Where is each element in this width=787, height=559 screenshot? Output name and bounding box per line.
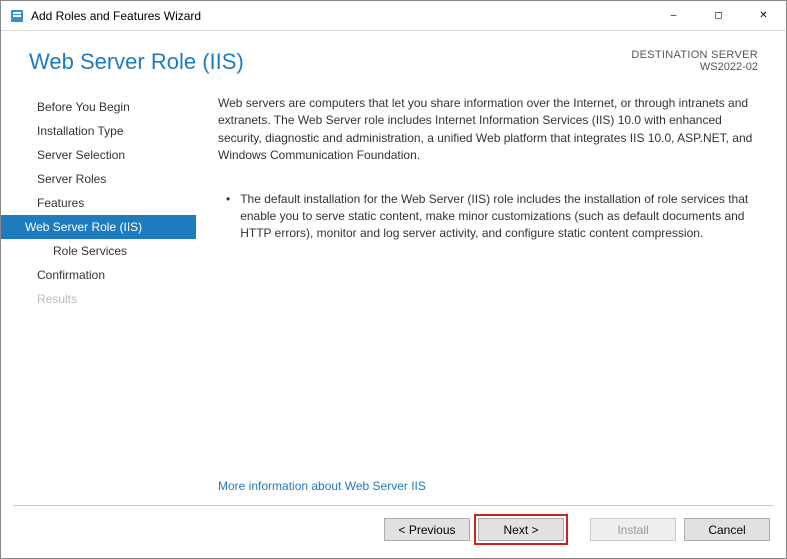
close-button[interactable]: ✕ xyxy=(741,1,786,31)
content-pane: Web servers are computers that let you s… xyxy=(196,85,786,505)
wizard-step[interactable]: Installation Type xyxy=(1,119,196,143)
wizard-step: Results xyxy=(1,287,196,311)
wizard-step[interactable]: Features xyxy=(1,191,196,215)
more-info-link[interactable]: More information about Web Server IIS xyxy=(218,479,758,493)
destination-label: DESTINATION SERVER xyxy=(631,49,758,61)
wizard-step[interactable]: Server Roles xyxy=(1,167,196,191)
footer: < Previous Next > Install Cancel xyxy=(1,506,786,553)
window-title: Add Roles and Features Wizard xyxy=(31,9,201,23)
destination-info: DESTINATION SERVER WS2022-02 xyxy=(631,49,758,73)
next-button[interactable]: Next > xyxy=(478,518,564,541)
wizard-step[interactable]: Role Services xyxy=(1,239,196,263)
page-title: Web Server Role (IIS) xyxy=(29,49,244,75)
destination-value: WS2022-02 xyxy=(631,61,758,73)
wizard-step[interactable]: Confirmation xyxy=(1,263,196,287)
intro-text: Web servers are computers that let you s… xyxy=(218,95,758,165)
previous-button[interactable]: < Previous xyxy=(384,518,470,541)
note-bullet: The default installation for the Web Ser… xyxy=(226,191,758,243)
maximize-button[interactable]: ◻ xyxy=(696,1,741,31)
wizard-step[interactable]: Server Selection xyxy=(1,143,196,167)
wizard-icon xyxy=(9,8,25,24)
notes-list: The default installation for the Web Ser… xyxy=(218,191,758,253)
titlebar: Add Roles and Features Wizard – ◻ ✕ xyxy=(1,1,786,31)
minimize-button[interactable]: – xyxy=(651,1,696,31)
header: Web Server Role (IIS) DESTINATION SERVER… xyxy=(1,31,786,85)
wizard-steps-sidebar: Before You BeginInstallation TypeServer … xyxy=(1,85,196,505)
window-controls: – ◻ ✕ xyxy=(651,1,786,31)
wizard-step[interactable]: Before You Begin xyxy=(1,95,196,119)
cancel-button[interactable]: Cancel xyxy=(684,518,770,541)
install-button: Install xyxy=(590,518,676,541)
wizard-step[interactable]: Web Server Role (IIS) xyxy=(1,215,196,239)
